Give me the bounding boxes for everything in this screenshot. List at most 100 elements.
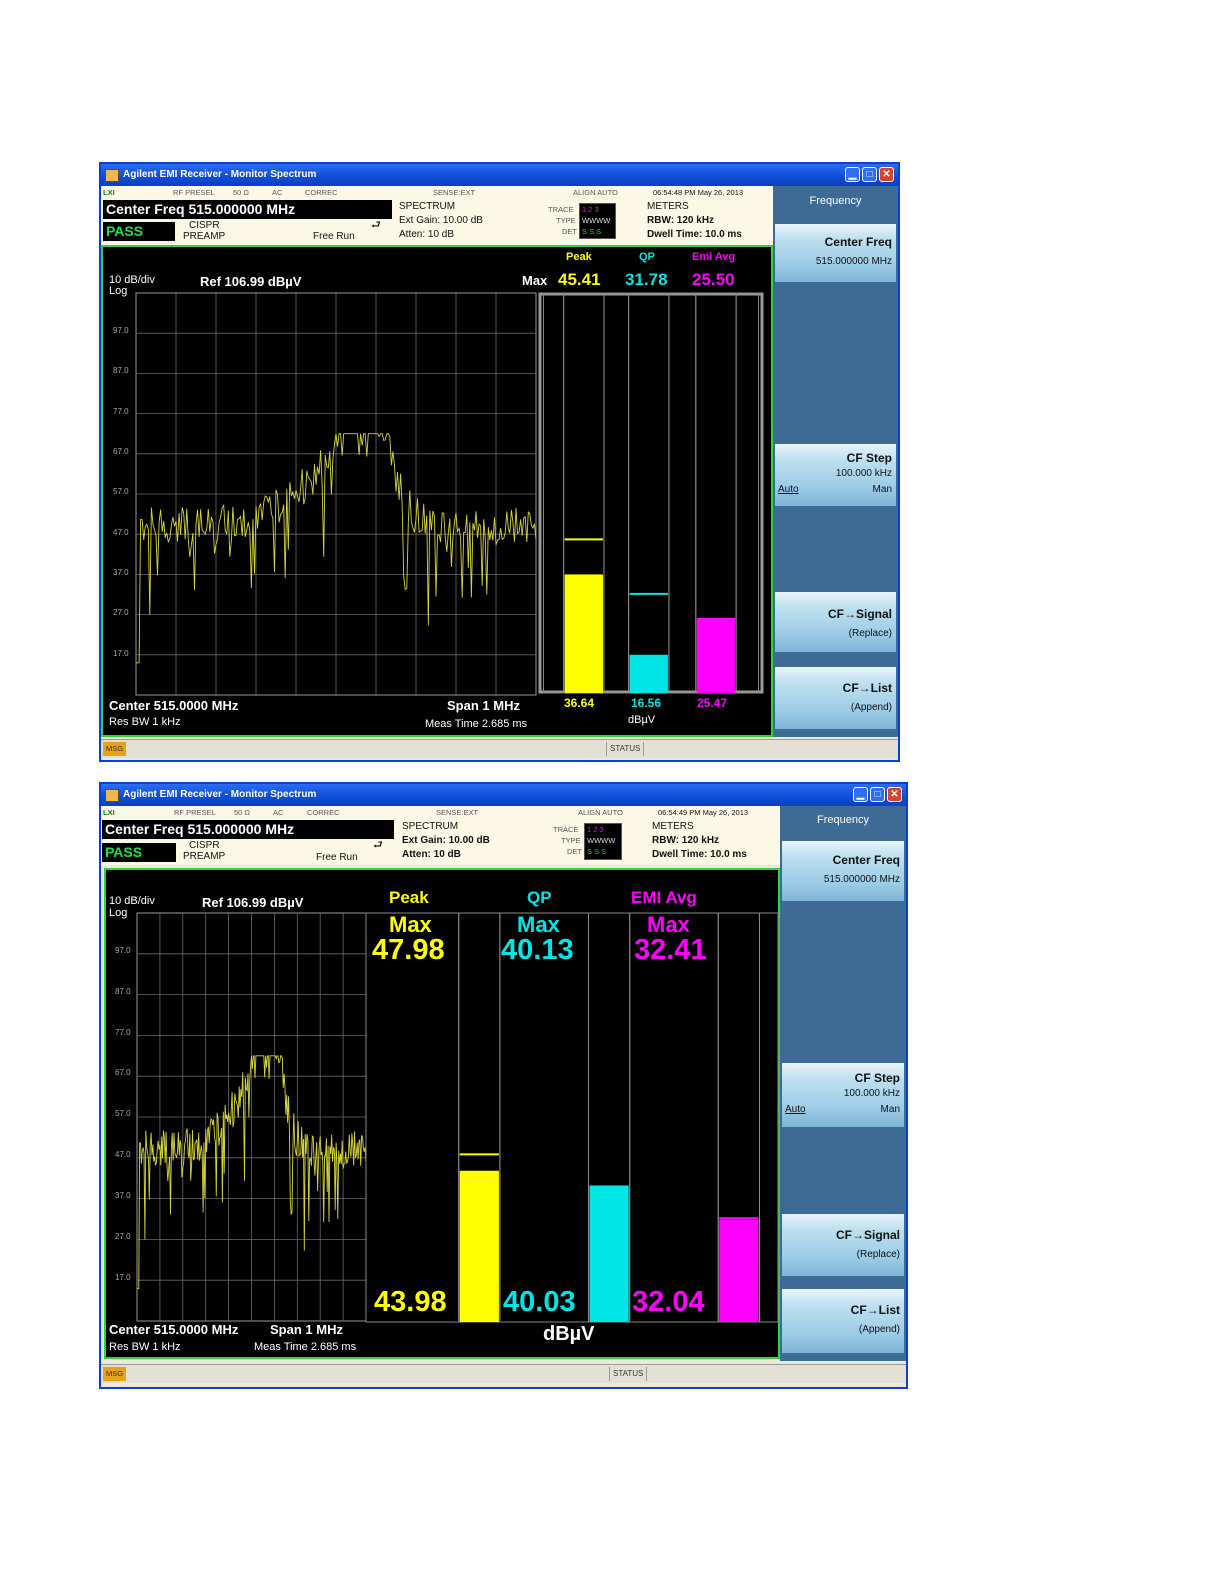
rf-presel-label: RF PRESEL: [173, 188, 215, 197]
res-bw-label: Res BW 1 kHz: [109, 716, 181, 728]
emi-avg-meter-bar: [719, 1219, 759, 1322]
coupling-label: AC: [272, 188, 283, 197]
maximize-icon[interactable]: □: [862, 167, 877, 182]
pass-indicator: PASS: [102, 843, 176, 862]
meter-slot-divider: [365, 912, 460, 1323]
minimize-icon[interactable]: ▁: [853, 787, 868, 802]
cf-list-softkey[interactable]: CF→List (Append): [782, 1289, 904, 1353]
softkey-subtitle: (Append): [850, 702, 892, 713]
man-option[interactable]: Man: [881, 1104, 900, 1115]
softkey-value: 515.000000 MHz: [823, 874, 900, 885]
title-bar[interactable]: Agilent EMI Receiver - Monitor Spectrum …: [101, 164, 898, 186]
center-freq-softkey[interactable]: Center Freq 515.000000 MHz: [775, 224, 896, 282]
status-indicator[interactable]: STATUS: [609, 1367, 648, 1381]
softkey-title: CF→List: [850, 1303, 900, 1317]
center-label: Center 515.0000 MHz: [109, 1322, 239, 1337]
man-option[interactable]: Man: [873, 484, 892, 495]
ext-gain-label: Ext Gain: 10.00 dB: [402, 835, 490, 846]
cf-list-softkey[interactable]: CF→List (Append): [775, 667, 896, 729]
softkey-subtitle: (Append): [858, 1324, 900, 1335]
peak-max-value: 47.98: [372, 934, 445, 966]
span-label: Span 1 MHz: [270, 1322, 343, 1337]
window-large-meters: Agilent EMI Receiver - Monitor Spectrum …: [99, 782, 908, 1389]
status-indicator[interactable]: STATUS: [606, 742, 645, 756]
trace-label: TRACE: [553, 825, 579, 834]
max-label: Max: [522, 273, 548, 288]
softkey-subtitle: (Replace): [856, 1249, 900, 1260]
center-freq-display[interactable]: Center Freq 515.000000 MHz: [103, 200, 392, 219]
spectrum-label: SPECTRUM: [402, 821, 459, 832]
ref-level-label: Ref 106.99 dBµV: [200, 274, 302, 289]
softkey-title: CF→Signal: [835, 1228, 900, 1242]
auto-option[interactable]: Auto: [785, 1104, 806, 1115]
det-label: DET: [567, 847, 582, 856]
qp-meter-slot: [628, 292, 670, 694]
y-tick: 17.0: [113, 649, 129, 658]
softkey-title: Center Freq: [832, 853, 900, 867]
qp-current-value: 16.56: [631, 696, 662, 710]
meter-bars: [538, 292, 764, 694]
softkey-menu: Frequency Center Freq 515.000000 MHz CF …: [780, 806, 906, 1361]
cf-step-softkey[interactable]: CF Step 100.000 kHz Auto Man: [782, 1063, 904, 1127]
peak-header: Peak: [389, 888, 429, 907]
cf-step-softkey[interactable]: CF Step 100.000 kHz Auto Man: [775, 444, 896, 506]
softkey-subtitle: (Replace): [848, 628, 892, 639]
meter-slot-divider: [735, 292, 760, 694]
trigger-icon: ⮐: [371, 219, 381, 231]
spectrum-label: SPECTRUM: [399, 201, 456, 212]
auto-option[interactable]: Auto: [778, 484, 799, 495]
spectrum-graticule: [135, 292, 537, 696]
y-tick: 97.0: [115, 946, 131, 955]
y-tick: 37.0: [113, 568, 129, 577]
menu-header: Frequency: [817, 814, 869, 826]
qp-current-value: 40.03: [503, 1286, 576, 1318]
cispr-label: CISPR: [189, 220, 220, 231]
measurement-display: 10 dB/div Log Ref 106.99 dBµV 97.0 87.0 …: [104, 868, 780, 1359]
sense-label: SENSE:EXT: [436, 808, 479, 817]
correction-label: CORREC: [307, 808, 340, 817]
rbw-label: RBW: 120 kHz: [647, 215, 715, 226]
meas-time-label: Meas Time 2.685 ms: [254, 1341, 357, 1353]
meter-unit-label: dBµV: [543, 1323, 595, 1345]
close-icon[interactable]: ✕: [879, 167, 894, 182]
ext-gain-label: Ext Gain: 10.00 dB: [399, 215, 483, 226]
window-title: Agilent EMI Receiver - Monitor Spectrum: [123, 789, 317, 800]
msg-indicator[interactable]: MSG: [103, 742, 126, 756]
maximize-icon[interactable]: □: [870, 787, 885, 802]
settings-panel: LXI RF PRESEL 50 Ω AC CORREC SENSE:EXT A…: [101, 806, 780, 865]
measurement-display: 10 dB/div Log Ref 106.99 dBµV 97.0 87.0 …: [101, 245, 773, 737]
msg-indicator[interactable]: MSG: [103, 1367, 126, 1381]
meter-slot-divider: [499, 912, 589, 1323]
center-freq-softkey[interactable]: Center Freq 515.000000 MHz: [782, 841, 904, 901]
lxi-indicator: LXI: [103, 808, 115, 817]
peak-meter-bar: [459, 1170, 499, 1322]
center-freq-display[interactable]: Center Freq 515.000000 MHz: [102, 820, 394, 839]
y-tick: 17.0: [115, 1273, 131, 1282]
impedance-label: 50 Ω: [234, 808, 251, 817]
minimize-icon[interactable]: ▁: [845, 167, 860, 182]
det-label: DET: [562, 227, 577, 236]
softkey-value: 100.000 kHz: [835, 468, 892, 479]
cf-signal-softkey[interactable]: CF→Signal (Replace): [775, 592, 896, 652]
close-icon[interactable]: ✕: [887, 787, 902, 802]
title-bar[interactable]: Agilent EMI Receiver - Monitor Spectrum …: [101, 784, 906, 806]
qp-header: QP: [639, 251, 655, 263]
emi-avg-header: EMI Avg: [631, 888, 697, 907]
emi-avg-max-value: 25.50: [692, 270, 735, 289]
window-title: Agilent EMI Receiver - Monitor Spectrum: [123, 169, 317, 180]
y-tick: 57.0: [113, 487, 129, 496]
softkey-title: CF Step: [846, 451, 892, 465]
meters-label: METERS: [652, 821, 694, 832]
meter-slot-divider: [542, 292, 565, 694]
type-label: TYPE: [556, 216, 576, 225]
y-tick: 87.0: [115, 987, 131, 996]
type-label: TYPE: [561, 836, 581, 845]
y-tick: 67.0: [115, 1068, 131, 1077]
meters-label: METERS: [647, 201, 689, 212]
free-run-label: Free Run: [313, 231, 355, 242]
cf-signal-softkey[interactable]: CF→Signal (Replace): [782, 1214, 904, 1276]
meter-slot-divider: [629, 912, 719, 1323]
softkey-title: CF→List: [842, 681, 892, 695]
trace-label: TRACE: [548, 205, 574, 214]
trace-status-icon: 1 2 3 WWWW S S S: [584, 823, 622, 860]
